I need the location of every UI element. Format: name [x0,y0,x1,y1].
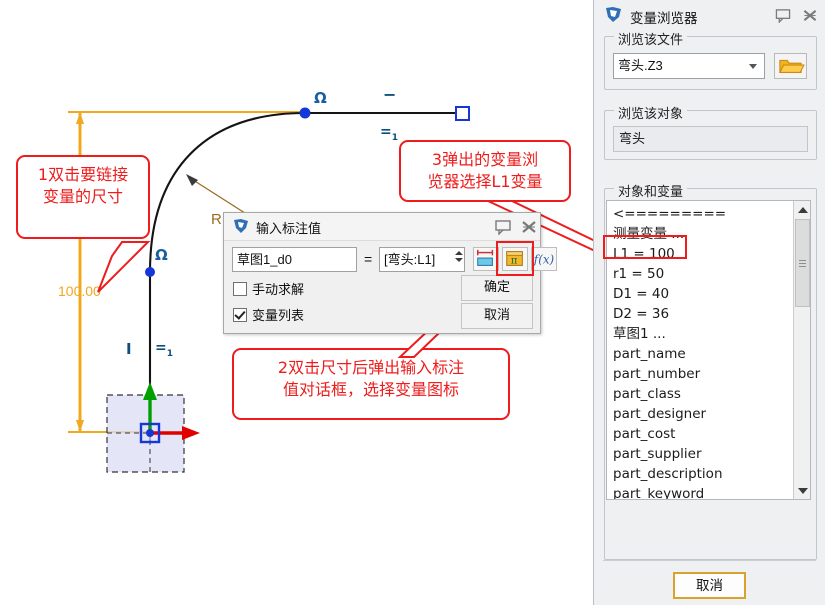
group-browse-file-label: 浏览该文件 [614,29,687,48]
scroll-up-arrow[interactable] [794,201,811,218]
variable-list-item[interactable]: D2 = 36 [613,304,793,324]
variable-list-item[interactable]: L1 = 100 [613,244,793,264]
variable-list-scrollbar[interactable] [793,201,810,499]
svg-text:f(x): f(x) [533,253,555,267]
manual-solve-checkbox-box[interactable] [233,282,247,296]
radius-label: R [211,211,222,228]
folder-icon [775,54,806,78]
panel-cancel-button[interactable]: 取消 [673,572,746,599]
panel-help-icon[interactable] [774,8,792,23]
variable-list[interactable]: <=========测量变量 ...L1 = 100r1 = 50D1 = 40… [606,200,811,500]
expression-spinner[interactable] [452,251,465,262]
callout-step-3: 3弹出的变量浏览器选择L1变量 [399,140,571,202]
variable-list-item[interactable]: 草图1 ... [613,324,793,344]
variable-list-checkbox[interactable]: 变量列表 [233,305,304,324]
dialog-close-icon[interactable] [520,219,538,235]
equals-sign: = [364,251,372,267]
open-folder-button[interactable] [774,53,807,79]
file-combobox[interactable]: 弯头.Z3 [613,53,765,79]
callout-step-2-text: 2双击尺寸后弹出输入标注值对话框，选择变量图标 [278,358,464,399]
variable-list-item[interactable]: 测量变量 ... [613,224,793,244]
callout-step-3-text: 3弹出的变量浏览器选择L1变量 [427,150,542,191]
manual-solve-label: 手动求解 [252,282,304,297]
app-logo-icon [232,218,250,235]
variable-list-item[interactable]: part_keyword [613,484,793,499]
callout-step-1-text: 1双击要链接变量的尺寸 [38,165,128,206]
callout-step-1: 1双击要链接变量的尺寸 [16,155,150,239]
file-combobox-value: 弯头.Z3 [618,58,663,73]
dialog-cancel-button[interactable]: 取消 [461,303,533,329]
variable-browser-logo-icon [604,6,623,24]
dialog-title: 输入标注值 [256,218,321,237]
group-objects-variables-label: 对象和变量 [614,181,687,200]
scrollbar-thumb[interactable] [795,219,810,307]
variable-list-item[interactable]: D1 = 40 [613,284,793,304]
manual-solve-checkbox[interactable]: 手动求解 [233,279,304,298]
ok-button[interactable]: 确定 [461,275,533,301]
variable-list-inner: <=========测量变量 ...L1 = 100r1 = 50D1 = 40… [607,201,793,499]
variable-list-item[interactable]: part_class [613,384,793,404]
input-dimension-dialog[interactable]: 输入标注值 草图1_d0 = [弯头:L1] π f(x) 手动求解 [223,212,541,334]
variable-list-item[interactable]: <========= [613,204,793,224]
svg-text:π: π [511,256,518,267]
scroll-down-arrow[interactable] [794,482,811,499]
variable-list-item[interactable]: part_number [613,364,793,384]
panel-divider [603,560,816,561]
dialog-titlebar[interactable]: 输入标注值 [224,213,540,241]
variable-list-item[interactable]: part_supplier [613,444,793,464]
variable-list-item[interactable]: part_designer [613,404,793,424]
variable-list-label: 变量列表 [252,308,304,323]
variable-list-item[interactable]: r1 = 50 [613,264,793,284]
variable-list-checkbox-box[interactable] [233,308,247,322]
panel-title: 变量浏览器 [630,7,698,27]
pi-variable-icon[interactable]: π [502,247,528,271]
variable-list-item[interactable]: part_cost [613,424,793,444]
constraint-vertical: I [126,340,132,358]
constraint-equal-lower: =1 [155,340,173,359]
dialog-help-icon[interactable] [494,219,512,235]
group-browse-object-label: 浏览该对象 [614,103,687,122]
dimension-name-field[interactable]: 草图1_d0 [232,247,357,272]
callout-1-pointer [60,230,190,305]
panel-close-icon[interactable] [801,8,819,23]
dimension-icon[interactable] [473,247,499,271]
fx-function-icon[interactable]: f(x) [531,247,557,271]
constraint-equal-top: =1 [380,124,398,143]
chevron-down-icon[interactable] [749,64,757,69]
object-field[interactable]: 弯头 [613,126,808,152]
constraint-horizontal: − [383,85,396,104]
hint-left-click: <单击左键>浏览或选择. [593,524,825,543]
variable-list-item[interactable]: part_description [613,464,793,484]
constraint-omega-top: Ω [314,89,327,107]
variable-list-item[interactable]: part_name [613,344,793,364]
